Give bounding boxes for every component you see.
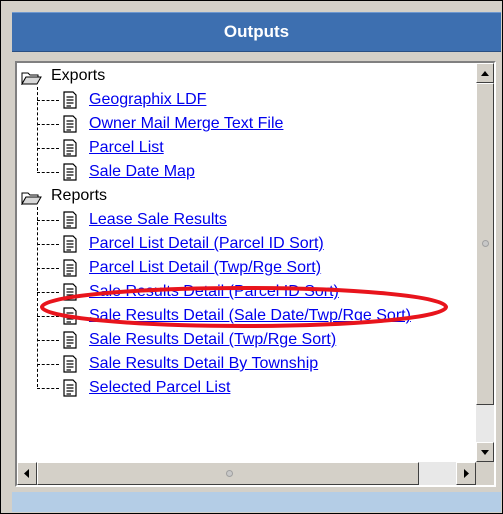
tree-folder-exports[interactable]: Exports (17, 65, 476, 89)
output-link[interactable]: Sale Results Detail By Township (89, 355, 318, 373)
tree-connector-line (37, 268, 59, 269)
tree-item: Parcel List (17, 137, 476, 161)
document-icon (63, 235, 77, 253)
document-icon (63, 259, 77, 277)
document-icon (63, 91, 77, 109)
document-icon (63, 115, 77, 133)
tree-item: Selected Parcel List (17, 377, 476, 401)
tree-item: Sale Date Map (17, 161, 476, 185)
tree-item: Owner Mail Merge Text File (17, 113, 476, 137)
tree-folder-reports[interactable]: Reports (17, 185, 476, 209)
scroll-grip-icon (482, 240, 489, 247)
tree-connector-line (37, 148, 59, 149)
arrow-left-icon (24, 469, 29, 478)
document-icon (63, 211, 77, 229)
output-link[interactable]: Sale Date Map (89, 163, 195, 181)
tree-connector-line (37, 220, 59, 221)
tree-folder-label: Exports (51, 67, 106, 84)
output-link[interactable]: Parcel List (89, 139, 164, 157)
tree-item: Parcel List Detail (Twp/Rge Sort) (17, 257, 476, 281)
document-icon (63, 283, 77, 301)
tree-connector-line (37, 388, 59, 389)
vertical-scrollbar[interactable] (476, 63, 494, 462)
output-link[interactable]: Sale Results Detail (Parcel ID Sort) (89, 283, 339, 301)
vertical-scroll-thumb[interactable] (476, 83, 494, 405)
tree-item: Sale Results Detail (Twp/Rge Sort) (17, 329, 476, 353)
folder-open-icon (21, 72, 42, 85)
output-link[interactable]: Owner Mail Merge Text File (89, 115, 283, 133)
tree-item: Sale Results Detail By Township (17, 353, 476, 377)
tree-connector-line (37, 364, 59, 365)
document-icon (63, 331, 77, 349)
document-icon (63, 307, 77, 325)
scroll-up-button[interactable] (476, 63, 494, 83)
scroll-down-button[interactable] (476, 442, 494, 462)
tree-item: Sale Results Detail (Sale Date/Twp/Rge S… (17, 305, 476, 329)
output-link[interactable]: Lease Sale Results (89, 211, 227, 229)
scroll-left-button[interactable] (17, 462, 37, 485)
tree-connector-line (37, 292, 59, 293)
output-link[interactable]: Sale Results Detail (Twp/Rge Sort) (89, 331, 336, 349)
output-link[interactable]: Sale Results Detail (Sale Date/Twp/Rge S… (89, 307, 411, 325)
scroll-grip-icon (226, 470, 233, 477)
output-link[interactable]: Selected Parcel List (89, 379, 230, 397)
document-icon (63, 139, 77, 157)
tree-connector-line (37, 124, 59, 125)
outputs-window: Outputs Exports Geographix LDF Owner Mail … (0, 0, 503, 514)
tree-connector-line (37, 340, 59, 341)
output-link[interactable]: Parcel List Detail (Parcel ID Sort) (89, 235, 324, 253)
tree-item: Geographix LDF (17, 89, 476, 113)
scrollbar-corner (476, 462, 494, 485)
tree-connector-line (37, 316, 59, 317)
output-link[interactable]: Geographix LDF (89, 91, 206, 109)
arrow-down-icon (481, 450, 489, 455)
tree-folder-label: Reports (51, 187, 108, 204)
arrow-up-icon (481, 71, 489, 76)
folder-open-icon (21, 192, 42, 205)
outputs-panel: Outputs Exports Geographix LDF Owner Mail … (12, 12, 501, 512)
outputs-tree-listbox[interactable]: Exports Geographix LDF Owner Mail Merge Te… (15, 61, 496, 487)
document-icon (63, 379, 77, 397)
document-icon (63, 355, 77, 373)
tree-item: Parcel List Detail (Parcel ID Sort) (17, 233, 476, 257)
window-title: Outputs (12, 12, 501, 52)
output-link[interactable]: Parcel List Detail (Twp/Rge Sort) (89, 259, 321, 277)
tree-item: Lease Sale Results (17, 209, 476, 233)
footer-strip (12, 492, 501, 512)
arrow-right-icon (464, 469, 469, 478)
horizontal-scrollbar[interactable] (17, 462, 476, 485)
tree-item: Sale Results Detail (Parcel ID Sort) (17, 281, 476, 305)
scroll-right-button[interactable] (456, 462, 476, 485)
tree-connector-line (37, 244, 59, 245)
outputs-tree: Exports Geographix LDF Owner Mail Merge Te… (17, 63, 476, 462)
document-icon (63, 163, 77, 181)
horizontal-scroll-thumb[interactable] (37, 462, 419, 485)
tree-connector-line (37, 172, 59, 173)
tree-connector-line (37, 100, 59, 101)
